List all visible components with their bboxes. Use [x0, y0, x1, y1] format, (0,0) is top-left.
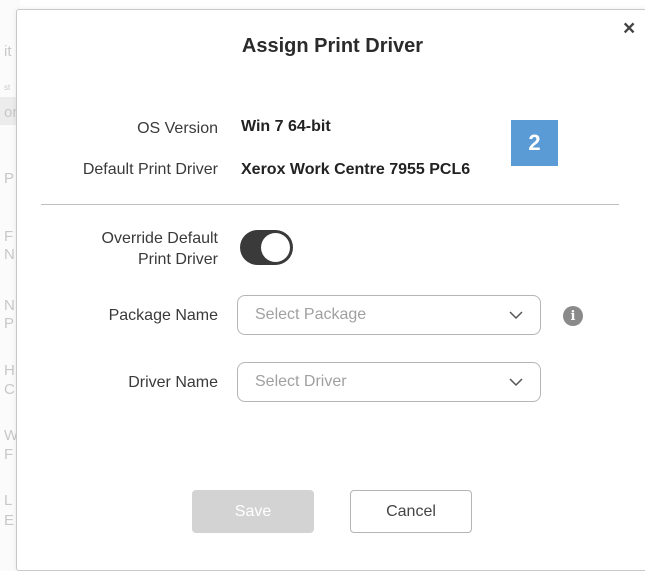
background-text: st — [4, 83, 11, 92]
background-text: N — [4, 246, 15, 263]
background-text: F — [4, 228, 14, 245]
override-label: Override Default Print Driver — [22, 228, 219, 270]
background-text: H — [4, 362, 15, 379]
os-version-label: OS Version — [137, 120, 218, 137]
override-label-line2: Print Driver — [137, 251, 218, 268]
background-text: P — [4, 315, 15, 332]
background-text: L — [4, 492, 13, 509]
info-icon[interactable]: i — [563, 306, 583, 326]
background-text: C — [4, 381, 15, 398]
dialog-title: Assign Print Driver — [241, 35, 424, 57]
chevron-down-icon — [509, 378, 523, 387]
driver-select-placeholder: Select Driver — [255, 373, 347, 390]
driver-select[interactable]: Select Driver — [237, 362, 541, 402]
step-badge: 2 — [511, 120, 558, 166]
override-label-line1: Override Default — [101, 230, 219, 247]
cancel-button[interactable]: Cancel — [350, 490, 472, 533]
chevron-down-icon — [509, 311, 523, 320]
package-name-label: Package Name — [108, 307, 218, 324]
override-default-toggle[interactable] — [240, 230, 293, 265]
os-version-value: Win 7 64-bit — [241, 118, 331, 135]
default-driver-value: Xerox Work Centre 7955 PCL6 — [241, 161, 471, 178]
background-text: F — [4, 446, 14, 463]
assign-print-driver-dialog — [16, 9, 645, 571]
default-driver-label: Default Print Driver — [82, 161, 218, 178]
driver-name-label: Driver Name — [128, 374, 218, 391]
divider — [41, 204, 619, 205]
background-text: N — [4, 297, 15, 314]
package-select-placeholder: Select Package — [255, 306, 367, 323]
save-button[interactable]: Save — [192, 490, 314, 533]
toggle-knob — [261, 233, 290, 262]
package-select[interactable]: Select Package — [237, 295, 541, 335]
background-text: E — [4, 512, 15, 529]
background-text: P — [4, 170, 15, 187]
